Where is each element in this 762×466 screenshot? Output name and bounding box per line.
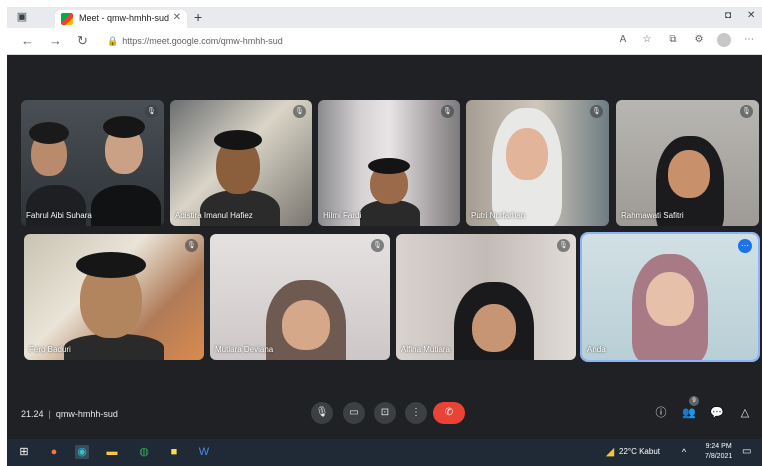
chrome-icon[interactable]: ◍ (137, 445, 151, 459)
participant-name: Hilmi Fardi (323, 211, 362, 220)
participant-tile[interactable]: 🎙 Hilmi Fardi (318, 100, 460, 226)
meeting-details-icon[interactable]: ⓘ (653, 405, 669, 421)
separator: | (48, 409, 51, 419)
screen: ▣ Meet - qmw-hmhh-sud ✕ + ◘ ✕ ← → ↻ 🔒 htt… (7, 7, 762, 466)
windows-start-icon[interactable]: ⊞ (17, 445, 31, 459)
weather-text: 22°C Kabut (619, 447, 661, 456)
participant-tile[interactable]: 🎙 Rahmawati Safitri (616, 100, 759, 226)
participant-name: Alfina Mutiara (401, 345, 450, 354)
reload-icon[interactable]: ↻ (77, 33, 88, 49)
mic-muted-icon: 🎙 (293, 105, 306, 118)
participant-name: Fahrul Aibi Suhara (26, 211, 92, 220)
participant-tile[interactable]: 🎙 Adistira Imanul Hafiez (170, 100, 312, 226)
meet-favicon-icon (61, 13, 73, 25)
address-toolbar: ← → ↻ 🔒 https://meet.google.com/qmw-hmhh-… (7, 28, 762, 55)
file-explorer-icon[interactable]: ▬ (105, 445, 119, 459)
clock-time: 9:24 PM (705, 443, 732, 450)
url-text: https://meet.google.com/qmw-hmhh-sud (122, 36, 283, 46)
word-icon[interactable]: W (197, 445, 211, 459)
people-icon[interactable]: 👥 (681, 405, 697, 421)
sticky-notes-icon[interactable]: ■ (167, 445, 181, 459)
participant-tile[interactable]: 🎙 Fero Baduri (24, 234, 204, 360)
clock-date: 7/8/2021 (705, 453, 733, 460)
close-window-icon[interactable]: ✕ (747, 10, 755, 21)
participant-name: Anda (587, 345, 606, 354)
extensions-icon[interactable]: ⚙ (693, 34, 705, 46)
back-arrow-icon[interactable]: ← (21, 33, 34, 49)
mic-muted-icon: 🎙 (185, 239, 198, 252)
activities-icon[interactable]: △ (737, 405, 753, 421)
browser-titlebar: ▣ Meet - qmw-hmhh-sud ✕ + ◘ ✕ (7, 7, 762, 28)
mic-muted-icon: 🎙 (557, 239, 570, 252)
window-menu-icon[interactable]: ▣ (15, 10, 29, 24)
more-options-button[interactable]: ⋮ (405, 402, 427, 424)
participant-tile[interactable]: 🎙 Fahrul Aibi Suhara (21, 100, 164, 226)
participant-name: Adistira Imanul Hafiez (175, 211, 253, 220)
participant-name: Rahmawati Safitri (621, 211, 684, 220)
collections-icon[interactable]: ⧉ (667, 34, 679, 46)
meeting-info: 21.24 | qmw-hmhh-sud (21, 409, 118, 419)
new-tab-button[interactable]: + (194, 9, 202, 25)
self-view-tile[interactable]: ⋯ Anda (580, 232, 760, 362)
url-field[interactable]: 🔒 https://meet.google.com/qmw-hmhh-sud (107, 32, 577, 50)
taskbar-clock[interactable]: 9:24 PM 7/8/2021 (705, 442, 732, 462)
chat-icon[interactable]: 💬 (709, 405, 725, 421)
meeting-time: 21.24 (21, 409, 44, 419)
firefox-icon[interactable]: ● (47, 445, 61, 459)
more-options-icon[interactable]: ⋯ (738, 239, 752, 253)
participant-name: Fero Baduri (29, 345, 71, 354)
present-screen-button[interactable]: ⊡ (374, 402, 396, 424)
browser-tab[interactable]: Meet - qmw-hmhh-sud ✕ (55, 10, 187, 28)
read-aloud-icon[interactable]: A (617, 34, 629, 46)
participant-tile[interactable]: 🎙 Putri Nurfarhan (466, 100, 609, 226)
windows-taskbar: ⊞ ● ◉ ▬ ◍ ■ W ◢ 22°C Kabut ^ 9:24 PM 7/8… (7, 439, 762, 466)
close-tab-icon[interactable]: ✕ (173, 12, 181, 23)
participant-tile[interactable]: 🎙 Mutiara Deviana (210, 234, 390, 360)
participant-name: Putri Nurfarhan (471, 211, 526, 220)
forward-arrow-icon[interactable]: → (49, 33, 62, 49)
lock-icon: 🔒 (107, 36, 119, 46)
chevron-up-icon[interactable]: ^ (677, 445, 691, 459)
mic-muted-icon: 🎙 (590, 105, 603, 118)
edge-icon[interactable]: ◉ (75, 445, 89, 459)
microphone-button[interactable]: 🎙 (311, 402, 333, 424)
notification-icon[interactable]: ▭ (742, 446, 751, 457)
camera-button[interactable]: ▭ (343, 402, 365, 424)
mic-muted-icon: 🎙 (145, 105, 158, 118)
profile-icon[interactable] (717, 33, 731, 47)
mic-muted-icon: 🎙 (740, 105, 753, 118)
tab-title: Meet - qmw-hmhh-sud (79, 13, 170, 23)
weather-icon: ◢ (605, 446, 615, 458)
participant-tile[interactable]: 🎙 Alfina Mutiara (396, 234, 576, 360)
mic-muted-icon: 🎙 (371, 239, 384, 252)
end-call-button[interactable]: ✆ (433, 402, 465, 424)
mic-muted-icon: 🎙 (441, 105, 454, 118)
participant-name: Mutiara Deviana (215, 345, 274, 354)
favorites-icon[interactable]: ☆ (641, 34, 653, 46)
meeting-code: qmw-hmhh-sud (55, 409, 118, 419)
menu-icon[interactable]: ⋯ (743, 34, 755, 46)
restore-window-icon[interactable]: ◘ (725, 10, 731, 21)
people-count-badge: 9 (689, 396, 699, 406)
